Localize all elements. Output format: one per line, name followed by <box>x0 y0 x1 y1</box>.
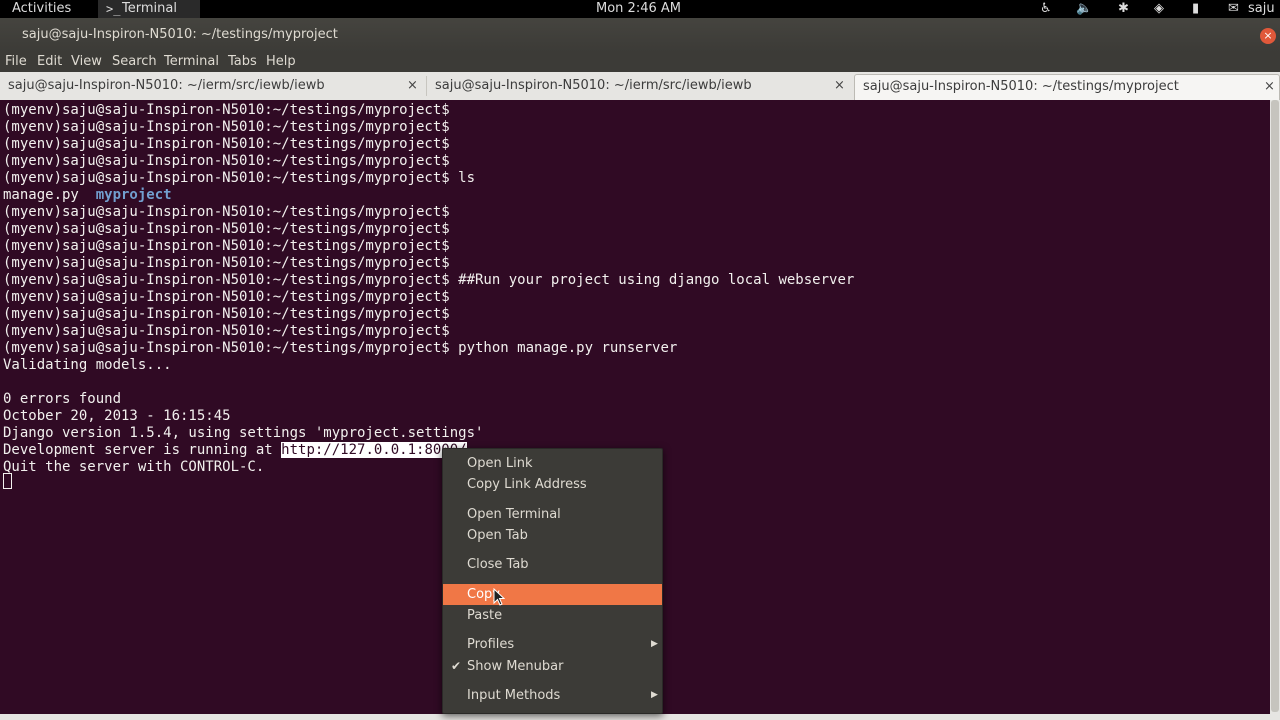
menu-item-label: Show Menubar <box>467 659 564 674</box>
server-status-text: Development server is running at <box>3 442 282 458</box>
menu-item-label: Paste <box>467 608 503 623</box>
menu-item-close-tab[interactable]: Close Tab <box>443 554 662 575</box>
terminal-line: (myenv)saju@saju-Inspiron-N5010:~/testin… <box>3 204 450 220</box>
terminal-line: (myenv)saju@saju-Inspiron-N5010:~/testin… <box>3 153 450 169</box>
menu-search[interactable]: Search <box>112 52 157 72</box>
terminal-line: (myenv)saju@saju-Inspiron-N5010:~/testin… <box>3 289 450 305</box>
tab-bar: saju@saju-Inspiron-N5010: ~/ierm/src/iew… <box>0 72 1280 101</box>
context-menu: Open Link Copy Link Address Open Termina… <box>442 448 663 714</box>
terminal-line: (myenv)saju@saju-Inspiron-N5010:~/testin… <box>3 170 476 186</box>
menu-item-open-terminal[interactable]: Open Terminal <box>443 504 662 525</box>
menu-item-label: Copy Link Address <box>467 477 587 492</box>
menu-item-label: Open Terminal <box>467 507 561 522</box>
terminal-line: (myenv)saju@saju-Inspiron-N5010:~/testin… <box>3 221 450 237</box>
menu-item-label: Open Link <box>467 456 533 471</box>
terminal-line: manage.py myproject <box>3 187 172 204</box>
wifi-icon[interactable]: ◈ <box>1154 0 1164 18</box>
menu-item-copy-link-address[interactable]: Copy Link Address <box>443 474 662 495</box>
terminal-line: (myenv)saju@saju-Inspiron-N5010:~/testin… <box>3 119 450 135</box>
ls-file: manage.py <box>3 187 79 203</box>
menu-help[interactable]: Help <box>266 52 296 72</box>
menu-terminal[interactable]: Terminal <box>164 52 219 72</box>
menu-item-label: Open Tab <box>467 528 528 543</box>
tab-close-icon[interactable]: × <box>407 74 418 98</box>
menu-item-profiles[interactable]: Profiles ▶ <box>443 634 662 655</box>
tab-close-icon[interactable]: × <box>1264 75 1275 99</box>
menu-item-show-menubar[interactable]: ✔ Show Menubar <box>443 656 662 677</box>
scrollbar-thumb[interactable] <box>1271 100 1279 712</box>
terminal-line: (myenv)saju@saju-Inspiron-N5010:~/testin… <box>3 136 450 152</box>
menu-item-label: Profiles <box>467 637 515 652</box>
menu-file[interactable]: File <box>5 52 27 72</box>
window-titlebar[interactable]: saju@saju-Inspiron-N5010: ~/testings/myp… <box>0 18 1280 52</box>
terminal-line: (myenv)saju@saju-Inspiron-N5010:~/testin… <box>3 255 450 271</box>
tab-3-active[interactable]: saju@saju-Inspiron-N5010: ~/testings/myp… <box>854 74 1280 101</box>
terminal-line: Django version 1.5.4, using settings 'my… <box>3 425 484 441</box>
tab-2[interactable]: saju@saju-Inspiron-N5010: ~/ierm/src/iew… <box>427 74 853 100</box>
tab-label: saju@saju-Inspiron-N5010: ~/testings/myp… <box>863 79 1179 94</box>
menu-edit[interactable]: Edit <box>37 52 62 72</box>
activities-button[interactable]: Activities <box>12 0 71 18</box>
tab-label: saju@saju-Inspiron-N5010: ~/ierm/src/iew… <box>8 78 325 93</box>
ls-directory: myproject <box>95 187 172 203</box>
menu-item-paste[interactable]: Paste <box>443 605 662 626</box>
terminal-line: (myenv)saju@saju-Inspiron-N5010:~/testin… <box>3 102 450 118</box>
menu-item-label: Close Tab <box>467 557 529 572</box>
terminal-line: 0 errors found <box>3 391 122 407</box>
terminal-line: Development server is running at http://… <box>3 442 467 459</box>
menu-item-label: Input Methods <box>467 688 561 703</box>
terminal-cursor <box>3 473 12 489</box>
menu-view[interactable]: View <box>71 52 102 72</box>
terminal-line: Quit the server with CONTROL-C. <box>3 459 265 475</box>
close-window-button[interactable]: × <box>1260 28 1276 44</box>
window-title: saju@saju-Inspiron-N5010: ~/testings/myp… <box>22 27 338 42</box>
volume-icon[interactable]: 🔈 <box>1076 0 1092 18</box>
server-url-link[interactable]: http://127.0.0.1:8000/ <box>281 442 467 458</box>
window-bottom-edge <box>0 714 1280 720</box>
terminal-line: (myenv)saju@saju-Inspiron-N5010:~/testin… <box>3 340 678 356</box>
tab-1[interactable]: saju@saju-Inspiron-N5010: ~/ierm/src/iew… <box>0 74 426 100</box>
app-menu[interactable]: >_ Terminal <box>98 0 200 18</box>
terminal-line: (myenv)saju@saju-Inspiron-N5010:~/testin… <box>3 306 450 322</box>
menu-item-open-tab[interactable]: Open Tab <box>443 525 662 546</box>
menu-item-open-link[interactable]: Open Link <box>443 453 662 474</box>
checkmark-icon: ✔ <box>451 659 462 673</box>
terminal-line: (myenv)saju@saju-Inspiron-N5010:~/testin… <box>3 323 450 339</box>
menu-item-copy[interactable]: Copy <box>443 584 662 605</box>
mouse-pointer-icon <box>493 588 505 606</box>
top-panel: Activities >_ Terminal Mon 2:46 AM ♿ 🔈 ✱… <box>0 0 1280 18</box>
terminal-line: October 20, 2013 - 16:15:45 <box>3 408 231 424</box>
menubar: File Edit View Search Terminal Tabs Help <box>0 52 1280 72</box>
user-icon[interactable]: ✉ <box>1228 0 1239 18</box>
terminal-icon: >_ <box>106 2 121 16</box>
battery-icon[interactable]: ▮ <box>1192 0 1199 18</box>
terminal-line: (myenv)saju@saju-Inspiron-N5010:~/testin… <box>3 272 855 288</box>
bluetooth-icon[interactable]: ✱ <box>1118 0 1129 18</box>
menu-item-input-methods[interactable]: Input Methods ▶ <box>443 685 662 706</box>
menu-tabs[interactable]: Tabs <box>228 52 257 72</box>
submenu-arrow-icon: ▶ <box>651 690 658 700</box>
terminal-line: Validating models... <box>3 357 172 373</box>
clock[interactable]: Mon 2:46 AM <box>596 0 681 18</box>
tab-close-icon[interactable]: × <box>834 74 845 98</box>
terminal-line: (myenv)saju@saju-Inspiron-N5010:~/testin… <box>3 238 450 254</box>
accessibility-icon[interactable]: ♿ <box>1040 0 1052 18</box>
tab-label: saju@saju-Inspiron-N5010: ~/ierm/src/iew… <box>435 78 752 93</box>
app-menu-label: Terminal <box>122 1 177 16</box>
user-name[interactable]: saju <box>1248 0 1275 18</box>
submenu-arrow-icon: ▶ <box>651 639 658 649</box>
